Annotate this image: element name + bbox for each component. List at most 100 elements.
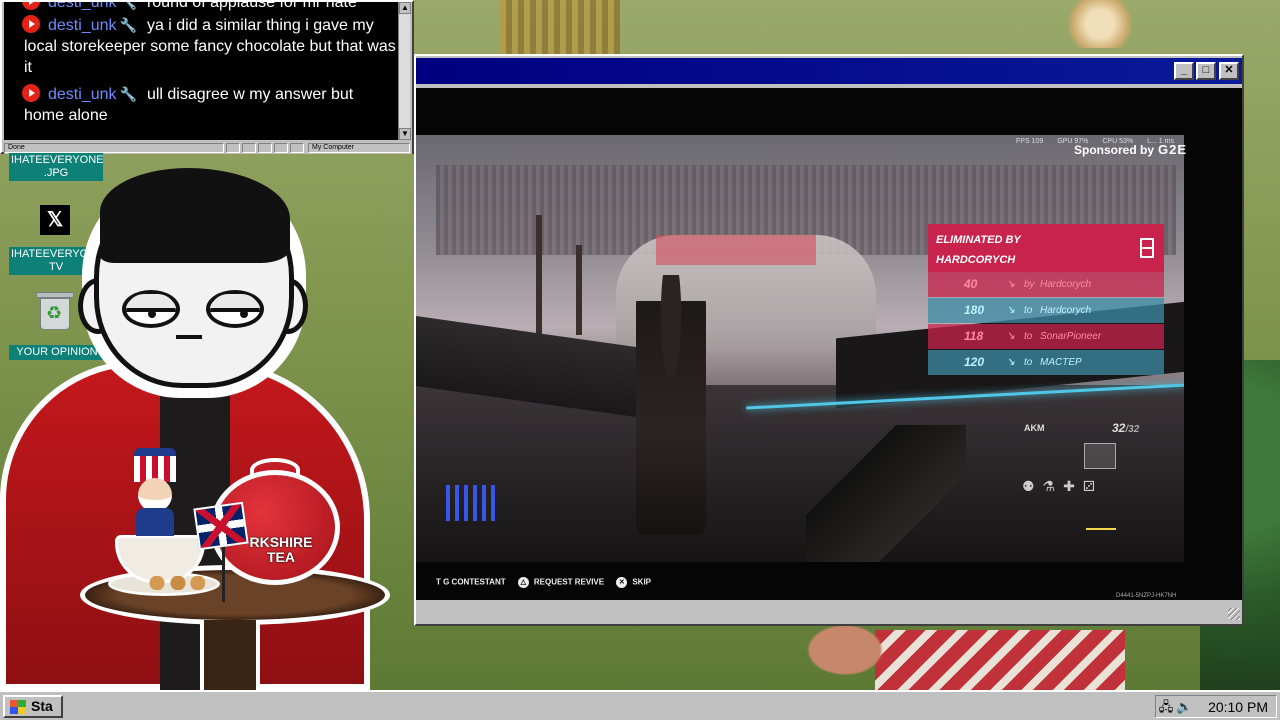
status-text: Done bbox=[4, 143, 224, 153]
minimize-button[interactable]: _ bbox=[1174, 62, 1194, 80]
eliminated-by-name: HARDCORYCH bbox=[936, 254, 1016, 266]
damage-arrow-icon: ↘ bbox=[1006, 356, 1016, 368]
damage-row: 180 ↘ to Hardcorych bbox=[928, 298, 1164, 323]
game-screen[interactable]: FPS 109 GPU 97% CPU 53% L... 1 ms Sponsored… bbox=[416, 88, 1242, 600]
chat-username[interactable]: desti_unk bbox=[48, 86, 117, 103]
chat-text: round of applause for mr nate bbox=[146, 2, 357, 11]
damage-row: 120 ↘ to MACTEP bbox=[928, 350, 1164, 375]
volume-icon[interactable]: 🔈 bbox=[1176, 699, 1192, 715]
scroll-down-icon[interactable]: ▼ bbox=[399, 128, 411, 140]
damage-direction: to bbox=[1024, 331, 1033, 342]
skip-prompt[interactable]: SKIP bbox=[632, 578, 651, 587]
scroll-up-icon[interactable]: ▲ bbox=[399, 2, 411, 14]
damage-player: Hardcorych bbox=[1040, 279, 1092, 290]
background-curtain bbox=[500, 0, 620, 55]
moderator-wrench-icon: 🔧 bbox=[119, 86, 137, 102]
left-eye bbox=[122, 290, 180, 328]
squad-icon bbox=[1140, 238, 1154, 258]
weapon-slot-icon bbox=[1084, 443, 1116, 469]
chat-username[interactable]: desti_unk bbox=[48, 2, 117, 11]
damage-arrow-icon: ↘ bbox=[1006, 278, 1016, 290]
ammo-current: 32 bbox=[1112, 421, 1126, 435]
figurine-face bbox=[138, 478, 172, 512]
eliminated-banner: ELIMINATED BY HARDCORYCH bbox=[928, 224, 1164, 272]
gift-box bbox=[875, 630, 1125, 690]
fps-readout: FPS 109 bbox=[1016, 138, 1044, 145]
enemy-player bbox=[636, 275, 706, 535]
damage-player: MACTEP bbox=[1040, 357, 1082, 368]
chat-feed: desti_unk 🔧 round of applause for mr nate … bbox=[4, 2, 402, 140]
system-tray: 🖧 🔈 20:10 PM bbox=[1155, 695, 1277, 718]
triangle-button-icon: △ bbox=[517, 577, 529, 588]
sponsor-banner: Sponsored by G2E bbox=[1074, 142, 1187, 157]
damage-player: Hardcorych bbox=[1040, 305, 1092, 316]
eliminated-title: ELIMINATED BY bbox=[936, 234, 1021, 246]
ammo-counter: 32/32 bbox=[1112, 421, 1139, 435]
status-cell bbox=[290, 143, 304, 153]
chat-window[interactable]: desti_unk 🔧 round of applause for mr nate … bbox=[0, 0, 414, 154]
figurine-body bbox=[136, 508, 174, 536]
status-cell bbox=[274, 143, 288, 153]
sponsor-text: Sponsored by bbox=[1074, 143, 1155, 157]
cookies bbox=[145, 576, 205, 590]
status-cell bbox=[242, 143, 256, 153]
chat-message: desti_unk 🔧 ull disagree w my answer but h… bbox=[22, 84, 396, 126]
clock[interactable]: 20:10 PM bbox=[1208, 698, 1268, 717]
right-pupil bbox=[240, 310, 248, 318]
sponsor-brand: G2E bbox=[1158, 142, 1188, 157]
damage-value: 118 bbox=[964, 329, 984, 343]
teapot-label: RKSHIRE TEA bbox=[249, 534, 313, 565]
damage-row: 40 ↘ by Hardcorych bbox=[928, 272, 1164, 297]
cross-button-icon: ✕ bbox=[616, 577, 628, 588]
christmas-star-ornament bbox=[1060, 0, 1140, 48]
damage-arrow-icon: ↘ bbox=[1006, 304, 1016, 316]
session-id: D4441-5NZPJ-HK7NH bbox=[1116, 593, 1177, 599]
chat-message: desti_unk 🔧 ya i did a similar thing i gav… bbox=[22, 15, 396, 78]
left-pupil bbox=[148, 310, 156, 318]
weapon-name: AKM bbox=[1024, 423, 1045, 433]
right-eye bbox=[206, 290, 264, 328]
taskbar: Sta 🖧 🔈 20:10 PM bbox=[0, 690, 1280, 720]
union-jack-flag bbox=[193, 501, 249, 551]
moderator-wrench-icon: 🔧 bbox=[119, 2, 137, 10]
windows-logo-icon bbox=[10, 700, 26, 714]
youtube-icon bbox=[22, 15, 40, 33]
revive-prompt[interactable]: REQUEST REVIVE bbox=[534, 578, 604, 587]
damage-value: 40 bbox=[964, 277, 978, 291]
chat-scrollbar[interactable]: ▲ ▼ bbox=[398, 2, 411, 140]
youtube-icon bbox=[22, 2, 40, 10]
damage-value: 120 bbox=[964, 355, 985, 369]
blue-lights bbox=[446, 485, 496, 521]
first-person-rifle bbox=[806, 425, 966, 562]
chat-username[interactable]: desti_unk bbox=[48, 17, 117, 34]
close-button[interactable]: ✕ bbox=[1219, 62, 1239, 80]
window-titlebar[interactable]: _ □ ✕ bbox=[416, 58, 1242, 84]
window-status-bar bbox=[416, 602, 1242, 622]
flag-pole bbox=[222, 540, 225, 602]
ammo-total: /32 bbox=[1125, 424, 1140, 435]
damage-value: 180 bbox=[964, 303, 985, 317]
start-button[interactable]: Sta bbox=[3, 695, 63, 718]
damage-direction: by bbox=[1024, 279, 1035, 290]
moderator-wrench-icon: 🔧 bbox=[119, 17, 137, 33]
damage-arrow-icon: ↘ bbox=[1006, 330, 1016, 342]
damage-player: SonarPioneer bbox=[1040, 331, 1102, 342]
youtube-icon bbox=[22, 84, 40, 102]
status-zone: My Computer bbox=[308, 143, 410, 153]
status-cell bbox=[258, 143, 272, 153]
game-window[interactable]: _ □ ✕ FPS 109 GPU 97% CPU 53% L... 1 ms Spo… bbox=[414, 54, 1244, 626]
status-cell bbox=[226, 143, 240, 153]
background-hand bbox=[800, 620, 890, 680]
chat-message: desti_unk 🔧 round of applause for mr nate bbox=[22, 2, 396, 13]
palm-tree bbox=[576, 245, 582, 335]
resize-grip-icon[interactable] bbox=[1228, 608, 1240, 620]
building-sign bbox=[656, 235, 816, 265]
button-prompts: T G CONTESTANT △ REQUEST REVIVE ✕ SKIP bbox=[436, 577, 651, 588]
maximize-button[interactable]: □ bbox=[1196, 62, 1216, 80]
network-icon[interactable]: 🖧 bbox=[1158, 699, 1174, 715]
damage-direction: to bbox=[1024, 357, 1033, 368]
spectate-prompt: T G CONTESTANT bbox=[436, 577, 506, 587]
table-leg bbox=[200, 620, 260, 695]
equipment-icons: ⚉⚗✚⚂ bbox=[1022, 478, 1103, 494]
damage-row: 118 ↘ to SonarPioneer bbox=[928, 324, 1164, 349]
